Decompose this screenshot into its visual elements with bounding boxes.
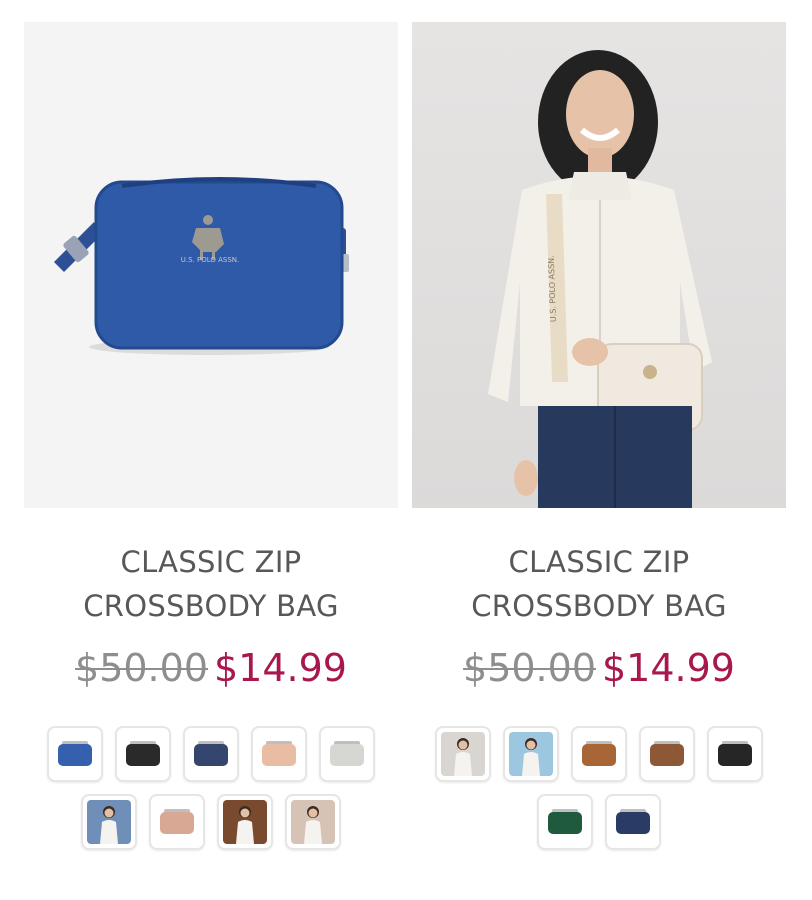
swatch-model-cream[interactable]: [435, 726, 491, 782]
bag-thumbnail-icon: [582, 741, 616, 766]
swatch-blush[interactable]: [251, 726, 307, 782]
product-title-line1: CLASSIC ZIP: [120, 545, 302, 579]
swatch-black[interactable]: [115, 726, 171, 782]
sale-price: $14.99: [214, 646, 347, 690]
original-price: $50.00: [75, 646, 208, 690]
bag-thumbnail-icon: [330, 741, 364, 766]
swatch-model-red[interactable]: [285, 794, 341, 850]
model-thumbnail-icon: [509, 732, 553, 776]
bag-thumbnail-icon: [262, 741, 296, 766]
price-row: $50.00 $14.99: [412, 644, 786, 692]
color-swatches: [412, 726, 786, 850]
swatch-model-brown[interactable]: [217, 794, 273, 850]
sale-price: $14.99: [602, 646, 735, 690]
bag-thumbnail-icon: [126, 741, 160, 766]
product-title-line2: CROSSBODY BAG: [471, 589, 727, 623]
blue-crossbody-bag-illustration: U.S. POLO ASSN.: [54, 177, 349, 355]
model-thumbnail-icon: [291, 800, 335, 844]
model-thumbnail-icon: [223, 800, 267, 844]
product-title-line1: CLASSIC ZIP: [508, 545, 690, 579]
product-image[interactable]: U.S. POLO ASSN.: [412, 22, 786, 508]
swatch-black[interactable]: [707, 726, 763, 782]
bag-thumbnail-icon: [718, 741, 752, 766]
product-title[interactable]: CLASSIC ZIP CROSSBODY BAG: [412, 540, 786, 628]
model-with-cream-bag-illustration: U.S. POLO ASSN.: [488, 50, 712, 508]
swatch-model-blue[interactable]: [503, 726, 559, 782]
model-thumbnail-icon: [441, 732, 485, 776]
swatch-model-denim[interactable]: [81, 794, 137, 850]
swatch-green[interactable]: [537, 794, 593, 850]
swatch-navy[interactable]: [183, 726, 239, 782]
swatch-navy[interactable]: [605, 794, 661, 850]
model-thumbnail-icon: [87, 800, 131, 844]
product-title-line2: CROSSBODY BAG: [83, 589, 339, 623]
swatch-blue[interactable]: [47, 726, 103, 782]
bag-thumbnail-icon: [548, 809, 582, 834]
color-swatches: [24, 726, 398, 850]
original-price: $50.00: [463, 646, 596, 690]
price-row: $50.00 $14.99: [24, 644, 398, 692]
swatch-cognac[interactable]: [571, 726, 627, 782]
bag-thumbnail-icon: [58, 741, 92, 766]
swatch-dusty-pink[interactable]: [149, 794, 205, 850]
product-image[interactable]: U.S. POLO ASSN.: [24, 22, 398, 508]
bag-thumbnail-icon: [160, 809, 194, 834]
bag-thumbnail-icon: [194, 741, 228, 766]
logo-text: U.S. POLO ASSN.: [181, 256, 240, 264]
bag-thumbnail-icon: [616, 809, 650, 834]
product-title[interactable]: CLASSIC ZIP CROSSBODY BAG: [24, 540, 398, 628]
swatch-brown[interactable]: [639, 726, 695, 782]
bag-thumbnail-icon: [650, 741, 684, 766]
swatch-light-grey[interactable]: [319, 726, 375, 782]
